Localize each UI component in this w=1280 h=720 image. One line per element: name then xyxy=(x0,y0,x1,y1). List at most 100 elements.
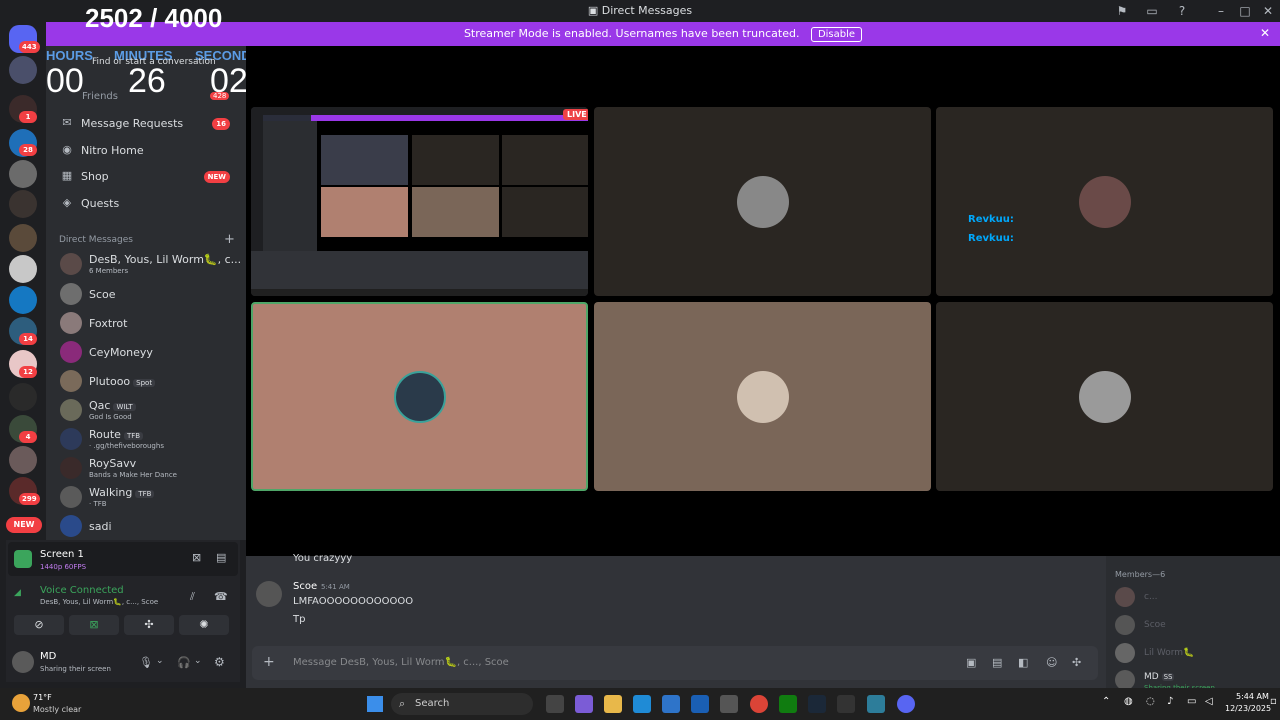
server-icon[interactable] xyxy=(9,446,37,474)
gift-icon[interactable]: ▣ xyxy=(966,656,976,669)
copilot-icon[interactable] xyxy=(575,695,593,713)
gif-icon[interactable]: ▤ xyxy=(992,656,1002,669)
participant-tile[interactable]: Revkuu: Revkuu: xyxy=(936,107,1273,296)
camera-button[interactable]: ⊘ xyxy=(14,615,64,635)
dm-item[interactable]: Route TFB · .gg/thefiveboroughs xyxy=(56,425,240,453)
volume-icon[interactable]: ◁ xyxy=(1205,696,1213,707)
server-icon[interactable] xyxy=(9,160,37,188)
nav-friends[interactable]: Friends xyxy=(82,91,118,102)
seconds-value: 02 xyxy=(210,62,248,100)
new-badge: NEW xyxy=(6,517,42,533)
noise-suppression-icon[interactable]: ⫽ xyxy=(190,590,195,604)
dm-item[interactable]: DesB, Yous, Lil Worm🐛, c... 6 Members xyxy=(56,250,241,278)
steam-icon[interactable] xyxy=(808,695,826,713)
close-banner-icon[interactable]: ✕ xyxy=(1260,26,1270,40)
avatar xyxy=(1078,370,1131,423)
dm-item[interactable]: Qac WILT God Is Good xyxy=(56,396,240,424)
nav-message-requests[interactable]: ✉ Message Requests 16 xyxy=(56,111,240,135)
member-name[interactable]: Lil Worm🐛 xyxy=(1144,648,1194,658)
user-avatar[interactable] xyxy=(12,651,34,673)
member-name[interactable]: Scoe xyxy=(1144,620,1166,630)
app-icon[interactable] xyxy=(837,695,855,713)
share-chat xyxy=(251,251,588,289)
disconnect-icon[interactable]: ☎ xyxy=(214,590,228,603)
nav-shop[interactable]: ▦ Shop NEW xyxy=(56,164,240,188)
file-explorer-icon[interactable] xyxy=(604,695,622,713)
server-icon[interactable] xyxy=(9,224,37,252)
participant-tile[interactable] xyxy=(594,107,931,296)
apps-icon[interactable]: ✣ xyxy=(1072,656,1081,669)
xbox-icon[interactable] xyxy=(779,695,797,713)
message-author[interactable]: Scoe xyxy=(293,581,317,592)
create-dm-icon[interactable]: + xyxy=(224,232,235,247)
share-tile xyxy=(412,187,499,237)
headphones-icon[interactable]: 🎧 xyxy=(177,656,191,669)
chrome-icon[interactable] xyxy=(750,695,768,713)
participant-tile[interactable] xyxy=(594,302,931,491)
tray-icon[interactable]: ◌ xyxy=(1146,696,1155,707)
close-window-icon[interactable]: ✕ xyxy=(1260,3,1276,19)
server-badge: 12 xyxy=(19,366,37,378)
edge-icon[interactable] xyxy=(633,695,651,713)
help-icon[interactable]: ? xyxy=(1174,3,1190,19)
dm-icon: ▣ xyxy=(587,4,602,17)
server-icon[interactable] xyxy=(9,383,37,411)
microphone-icon[interactable]: 🎙 xyxy=(139,656,153,669)
clock-date[interactable]: 12/23/2025 xyxy=(1225,704,1271,713)
dm-item[interactable]: Plutooo Spot xyxy=(56,367,240,395)
attach-icon[interactable]: + xyxy=(263,654,275,670)
outlook-icon[interactable] xyxy=(691,695,709,713)
screen-icon[interactable]: ▭ xyxy=(1144,3,1160,19)
settings-app-icon[interactable] xyxy=(720,695,738,713)
chevron-up-icon[interactable]: ⌃ xyxy=(1102,696,1110,707)
activities-button[interactable]: ✣ xyxy=(124,615,174,635)
avatar[interactable] xyxy=(256,581,282,607)
dm-item[interactable]: Foxtrot xyxy=(56,309,240,337)
inbox-icon[interactable]: ⚑ xyxy=(1114,3,1130,19)
dm-item[interactable]: Scoe xyxy=(56,280,240,308)
task-view-icon[interactable] xyxy=(546,695,564,713)
participant-tile-speaking[interactable] xyxy=(251,302,588,491)
message-input[interactable]: Message DesB, Yous, Lil Worm🐛, c..., Sco… xyxy=(293,657,509,668)
tray-icon[interactable]: ◍ xyxy=(1124,696,1133,707)
nav-quests[interactable]: ◈ Quests xyxy=(56,191,240,215)
notepad-icon[interactable] xyxy=(867,695,885,713)
streamer-mode-banner: Streamer Mode is enabled. Usernames have… xyxy=(46,22,1280,46)
stop-stream-icon[interactable]: ⊠ xyxy=(192,551,201,564)
server-icon[interactable] xyxy=(9,286,37,314)
server-icon[interactable] xyxy=(9,190,37,218)
stream-settings-icon[interactable]: ▤ xyxy=(216,551,226,564)
server-icon[interactable] xyxy=(9,255,37,283)
soundboard-button[interactable]: ✺ xyxy=(179,615,229,635)
message-composer[interactable]: + Message DesB, Yous, Lil Worm🐛, c..., S… xyxy=(252,646,1098,680)
maximize-icon[interactable]: □ xyxy=(1237,3,1253,19)
participant-tile[interactable] xyxy=(936,302,1273,491)
screen-share-tile[interactable]: LIVE xyxy=(251,107,588,296)
dm-item[interactable]: Walking TFB · TFB xyxy=(56,483,240,511)
settings-icon[interactable]: ⚙ xyxy=(214,655,225,669)
chevron-down-icon[interactable]: ⌄ xyxy=(194,656,202,666)
microphone-tray-icon[interactable]: ♪ xyxy=(1167,696,1173,707)
member-name[interactable]: MD SS xyxy=(1144,672,1175,682)
dm-item[interactable]: CeyMoneyy xyxy=(56,338,240,366)
screen-share-button[interactable]: ⊠ xyxy=(69,615,119,635)
windows-taskbar: 71°F Mostly clear ⌕ Search ⌃ ◍ ◌ ♪ ▭ ◁ 5… xyxy=(0,688,1280,720)
battery-icon[interactable]: ▭ xyxy=(1187,696,1196,707)
dm-item[interactable]: RoySavv Bands a Make Her Dance xyxy=(56,454,240,482)
nav-nitro-home[interactable]: ◉ Nitro Home xyxy=(56,138,240,162)
store-icon[interactable] xyxy=(662,695,680,713)
dm-item[interactable]: sadi xyxy=(56,512,240,540)
emoji-icon[interactable]: ☺ xyxy=(1046,656,1057,669)
weather-icon[interactable] xyxy=(12,694,30,712)
discord-taskbar-icon[interactable] xyxy=(897,695,915,713)
clock-time[interactable]: 5:44 AM xyxy=(1236,692,1269,701)
taskbar-search[interactable]: ⌕ Search xyxy=(391,693,533,715)
chevron-down-icon[interactable]: ⌄ xyxy=(156,656,164,666)
start-icon[interactable] xyxy=(367,696,383,712)
member-name[interactable]: c... xyxy=(1144,592,1158,602)
minimize-icon[interactable]: – xyxy=(1213,3,1229,19)
server-icon[interactable] xyxy=(9,56,37,84)
sticker-icon[interactable]: ◧ xyxy=(1018,656,1028,669)
notification-icon[interactable]: ▫ xyxy=(1270,696,1277,707)
disable-streamer-button[interactable]: Disable xyxy=(810,27,863,42)
